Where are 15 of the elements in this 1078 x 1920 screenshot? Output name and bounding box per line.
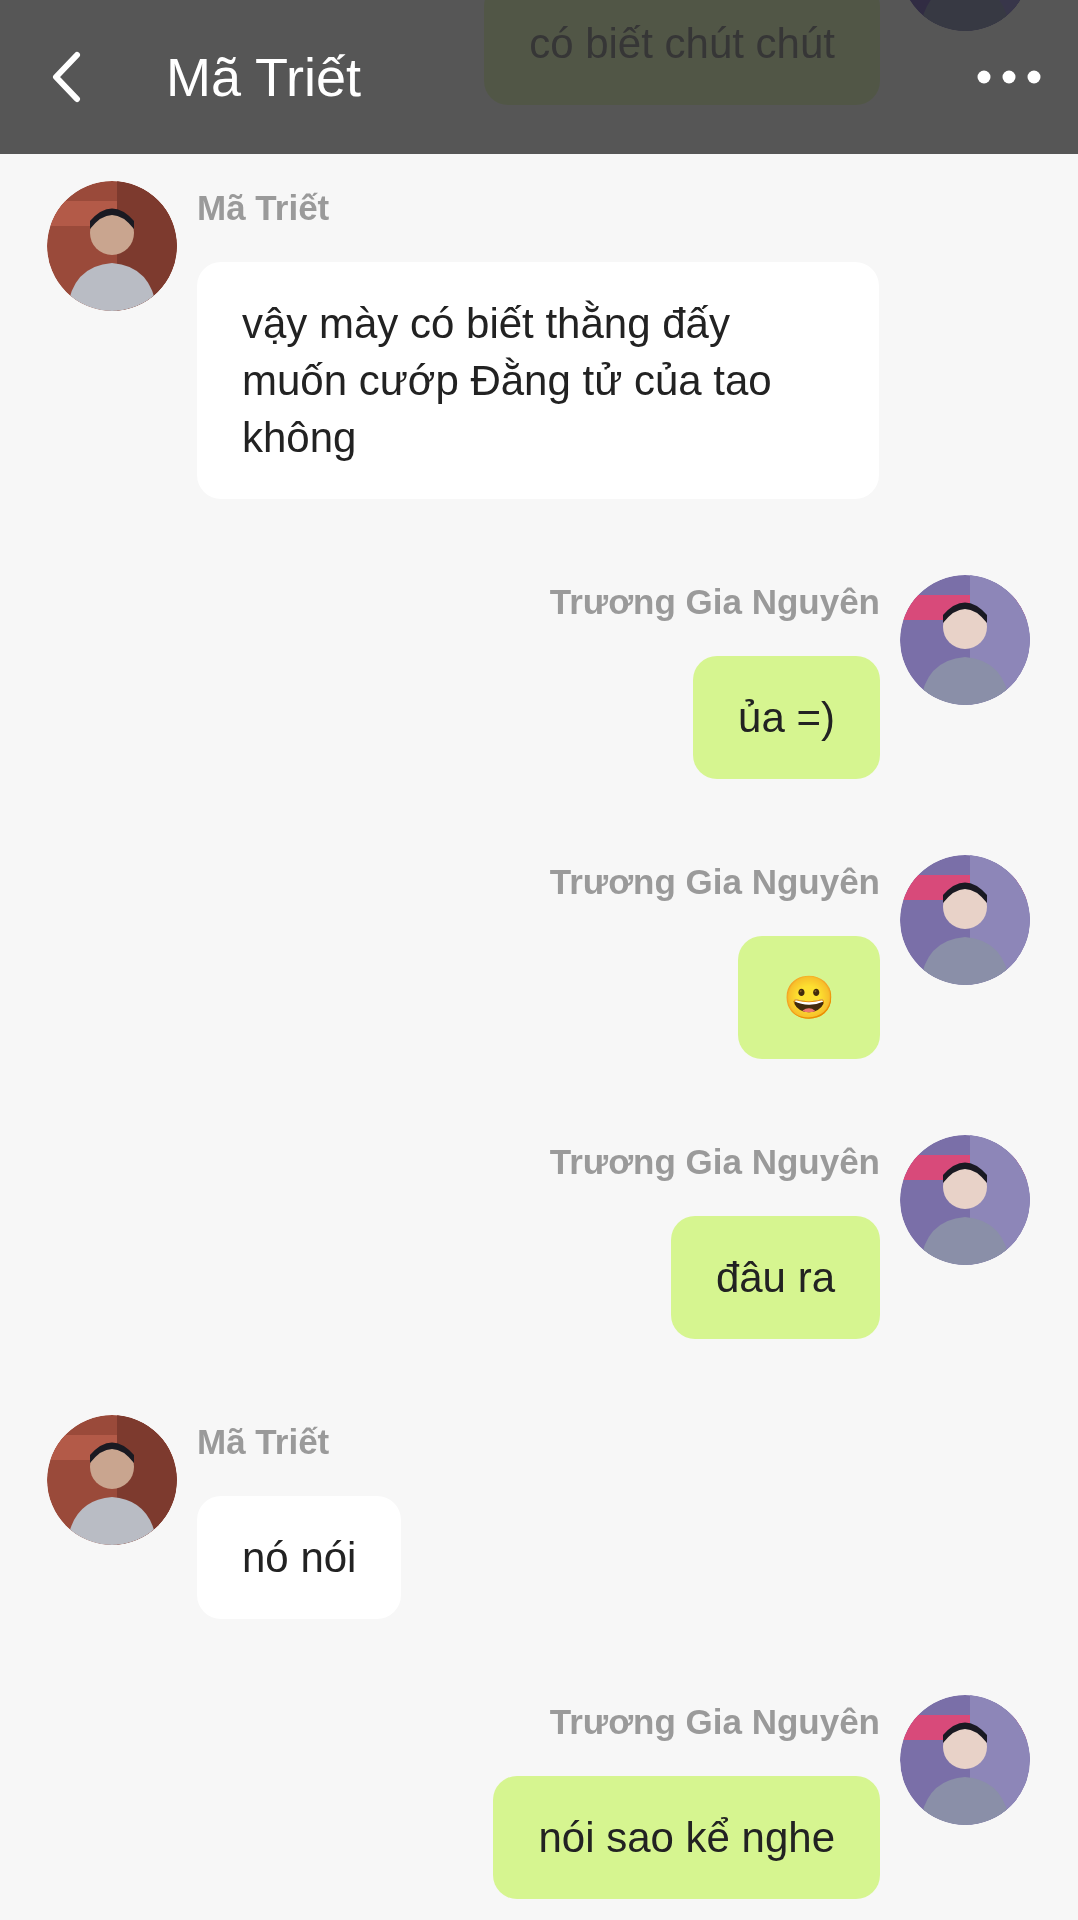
sender-name: Trương Gia Nguyên: [549, 860, 880, 903]
message-bubble: nó nói: [197, 1496, 402, 1619]
chat-title: Mã Triết: [166, 45, 362, 109]
sender-name: Trương Gia Nguyên: [549, 1700, 880, 1743]
message-bubble: đâu ra: [670, 1216, 880, 1339]
back-icon: [51, 51, 81, 103]
message-bubble: 😀: [738, 936, 880, 1059]
sender-name: Trương Gia Nguyên: [549, 580, 880, 623]
message-bubble: nói sao kể nghe: [493, 1776, 880, 1899]
message-bubble: ủa =): [693, 656, 880, 779]
message-bubble: vậy mày có biết thằng đấy muốn cướp Đằng tử của tao không: [197, 262, 879, 499]
sender-name: Mã Triết: [197, 186, 330, 229]
sender-name: Trương Gia Nguyên: [549, 1140, 880, 1183]
sender-name: Mã Triết: [197, 1420, 330, 1463]
more-icon: [977, 70, 1041, 84]
